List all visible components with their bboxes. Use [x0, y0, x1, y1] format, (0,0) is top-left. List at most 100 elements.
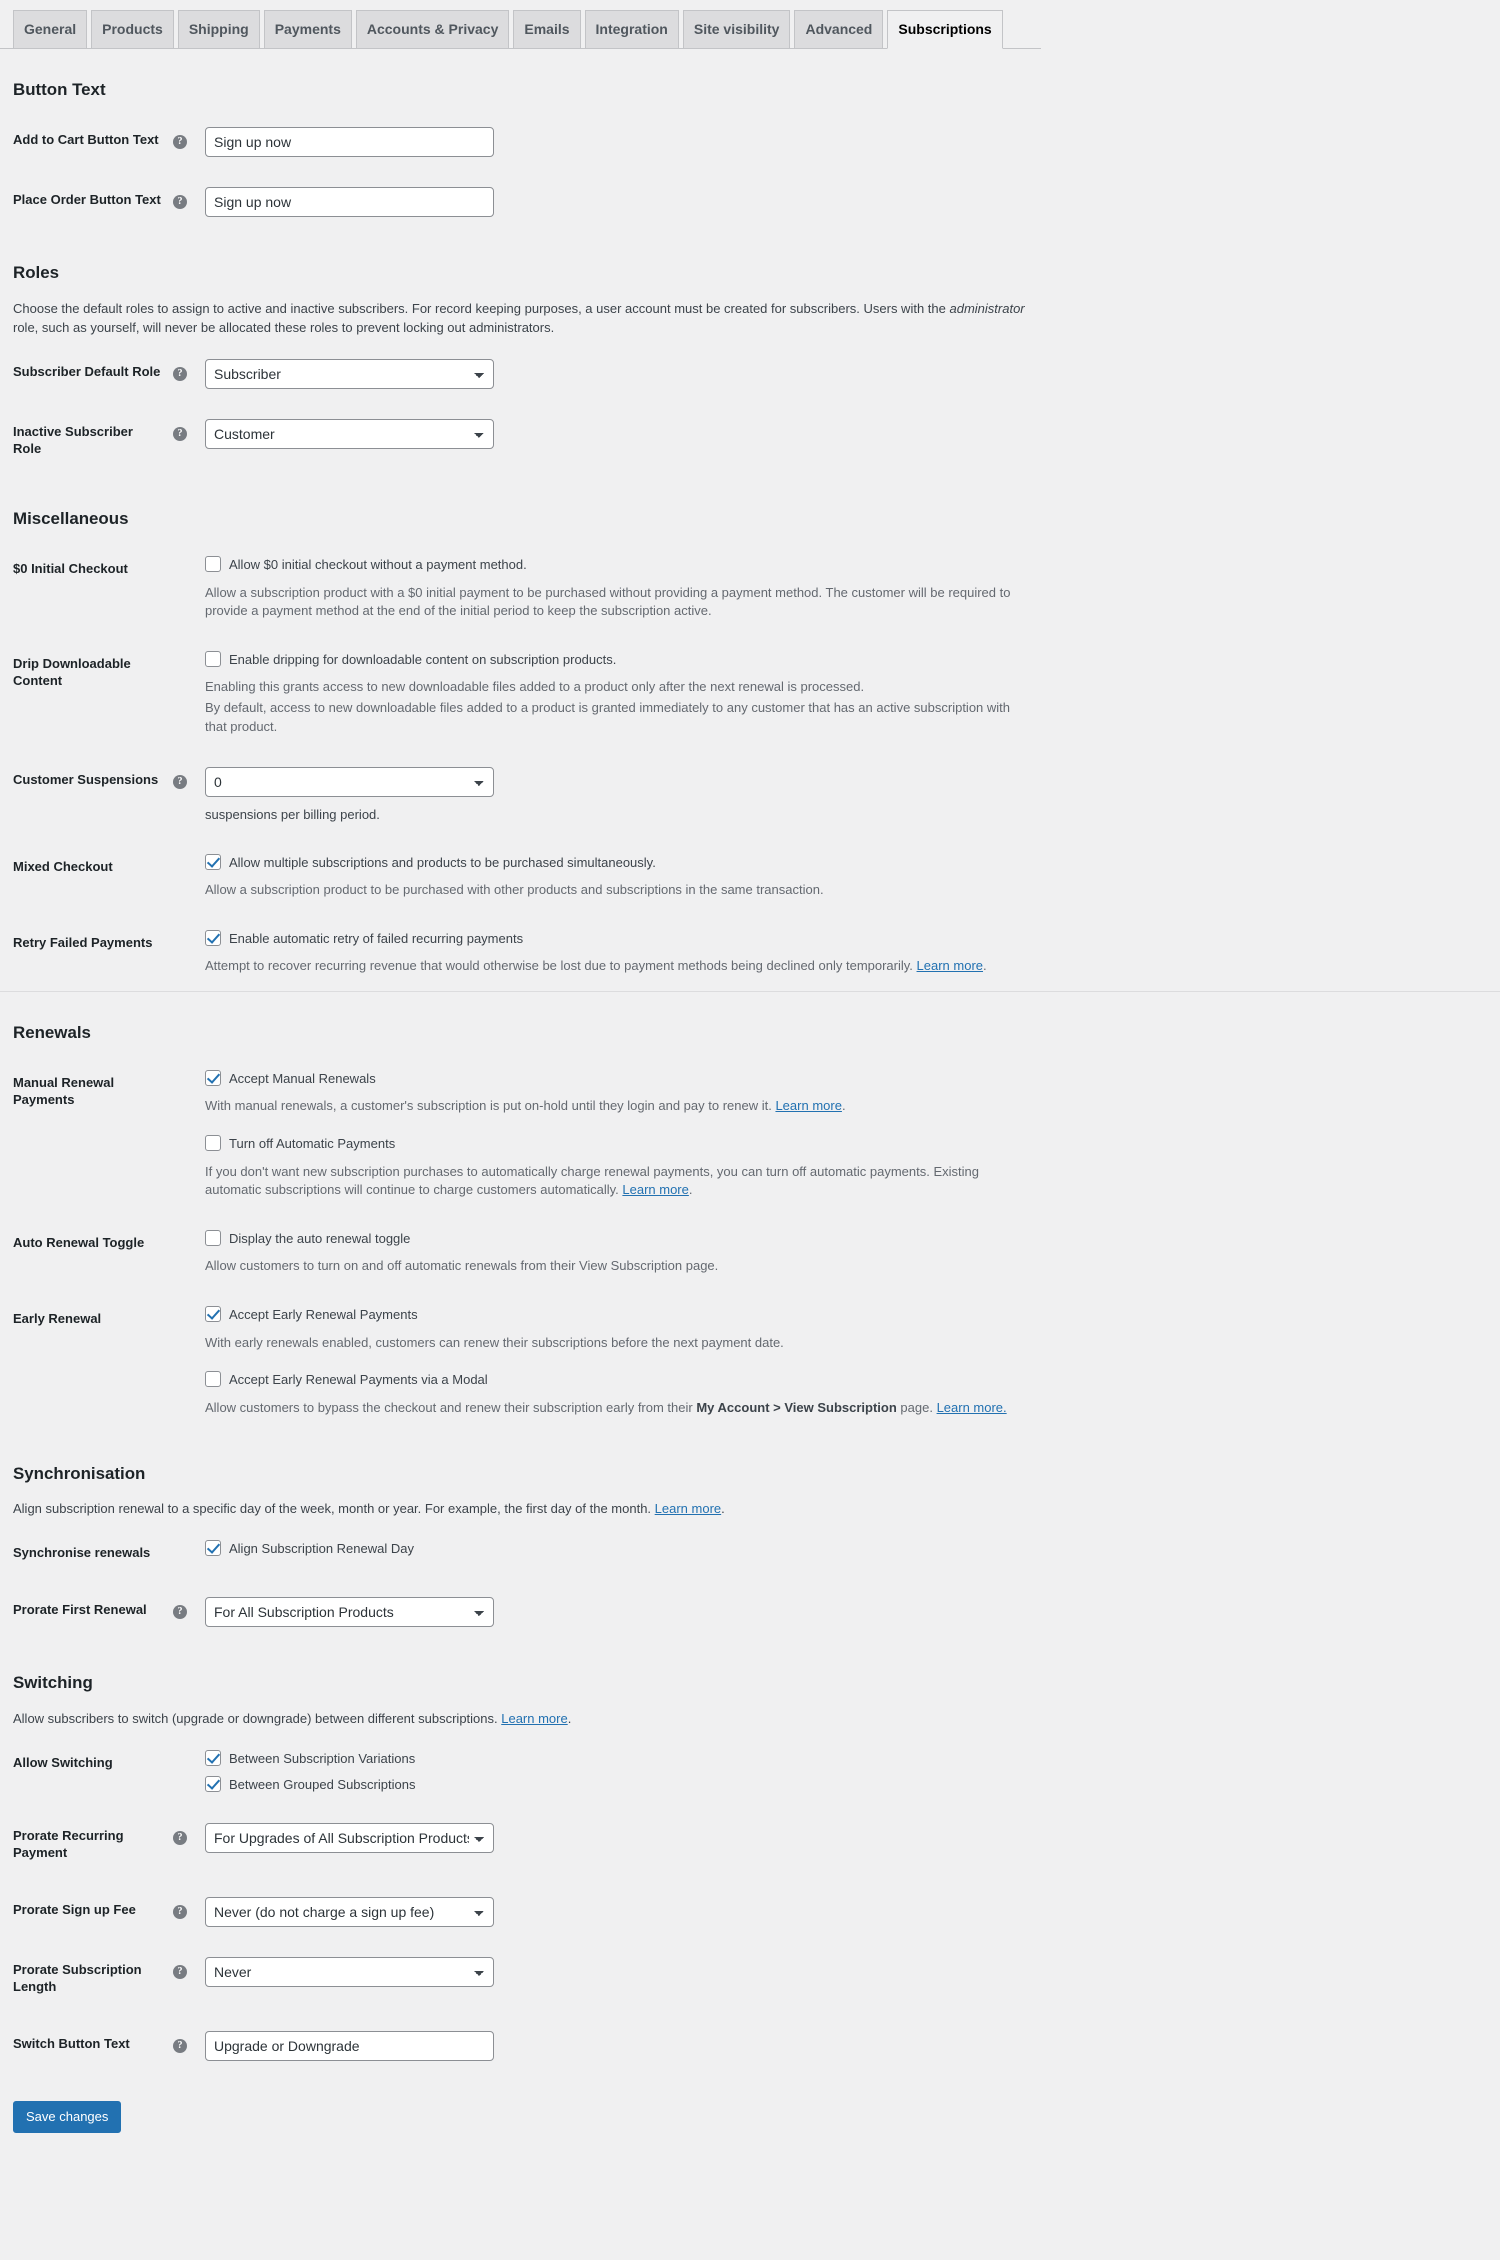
description-zero-initial-checkout: Allow a subscription product with a $0 i… — [205, 584, 1011, 619]
subscriber-default-role-select[interactable]: Subscriber — [205, 359, 494, 390]
checkbox-row-retry-failed-payments[interactable]: Enable automatic retry of failed recurri… — [205, 929, 1031, 947]
tab-subscriptions[interactable]: Subscriptions — [887, 10, 1003, 49]
checkbox-row-mixed-checkout[interactable]: Allow multiple subscriptions and product… — [205, 853, 1031, 871]
field-row-inactive-subscriber-role: Inactive Subscriber Role ? Customer — [13, 404, 1041, 478]
label-prorate-subscription-length: Prorate Subscription Length — [13, 1962, 142, 1994]
switch-button-text-input[interactable] — [205, 2030, 494, 2061]
fieldset-zero-initial-checkout: Allow $0 initial checkout without a paym… — [205, 556, 1031, 621]
checkbox-label-early-renewal-modal: Accept Early Renewal Payments via a Moda… — [229, 1372, 488, 1388]
help-cell-subscriber-default-role: ? — [173, 344, 195, 404]
early-renewal-modal-learn-more-link[interactable]: Learn more. — [937, 1400, 1007, 1415]
help-tip-icon[interactable]: ? — [173, 195, 187, 210]
help-cell-prorate-sign-up-fee: ? — [173, 1882, 195, 1942]
checkbox-mixed-checkout[interactable] — [205, 853, 221, 870]
checkbox-label-between-subscription-variations: Between Subscription Variations — [229, 1750, 416, 1766]
help-tip-icon[interactable]: ? — [173, 1605, 187, 1620]
section-title-renewals: Renewals — [13, 1023, 91, 1043]
field-row-prorate-sign-up-fee: Prorate Sign up Fee ? Never (do not char… — [13, 1882, 1041, 1942]
add-to-cart-button-text-input[interactable] — [205, 127, 494, 158]
section-title-roles: Roles — [13, 263, 59, 283]
inactive-subscriber-role-select[interactable]: Customer — [205, 419, 494, 450]
field-row-retry-failed-payments: Retry Failed Payments Enable automatic r… — [13, 915, 1041, 991]
value-cell-manual-renewal-payments: Accept Manual Renewals With manual renew… — [195, 1055, 1041, 1215]
description-mixed-checkout: Allow a subscription product to be purch… — [205, 882, 824, 898]
tab-emails[interactable]: Emails — [513, 10, 581, 48]
checkbox-label-drip-downloadable-content: Enable dripping for downloadable content… — [229, 652, 617, 668]
checkbox-early-renewal-modal[interactable] — [205, 1371, 221, 1388]
tab-accounts-privacy[interactable]: Accounts & Privacy — [355, 10, 510, 48]
checkbox-between-subscription-variations[interactable] — [205, 1749, 221, 1766]
checkbox-label-retry-failed-payments: Enable automatic retry of failed recurri… — [229, 930, 524, 946]
tab-site-visibility[interactable]: Site visibility — [682, 10, 791, 48]
checkbox-auto-renewal-toggle[interactable] — [205, 1230, 221, 1247]
help-tip-icon[interactable]: ? — [173, 427, 187, 442]
checkbox-row-drip-downloadable-content[interactable]: Enable dripping for downloadable content… — [205, 651, 1031, 668]
checkbox-label-zero-initial-checkout: Allow $0 initial checkout without a paym… — [229, 557, 527, 573]
help-tip-icon[interactable]: ? — [173, 1905, 187, 1919]
label-auto-renewal-toggle: Auto Renewal Toggle — [13, 1235, 145, 1251]
section-title-synchronisation: Synchronisation — [13, 1463, 146, 1483]
checkbox-row-turn-off-automatic-payments[interactable]: Turn off Automatic Payments — [205, 1135, 1031, 1152]
manual-renewals-learn-more-link[interactable]: Learn more — [775, 1098, 841, 1113]
customer-suspensions-unit-text: suspensions per billing period. — [205, 806, 380, 822]
roles-desc-emphasis: administrator — [949, 300, 1025, 316]
checkbox-synchronise-renewals[interactable] — [205, 1540, 221, 1557]
help-tip-icon[interactable]: ? — [173, 1965, 187, 1979]
prorate-recurring-payment-select[interactable]: For Upgrades of All Subscription Product… — [205, 1823, 494, 1854]
tab-general[interactable]: General — [13, 10, 88, 48]
save-changes-button[interactable]: Save changes — [13, 2100, 122, 2133]
turn-off-learn-more-link[interactable]: Learn more — [622, 1182, 688, 1197]
prorate-first-renewal-select[interactable]: For All Subscription Products — [205, 1597, 494, 1628]
label-customer-suspensions: Customer Suspensions — [13, 771, 159, 787]
checkbox-retry-failed-payments[interactable] — [205, 929, 221, 946]
prorate-sign-up-fee-select[interactable]: Never (do not charge a sign up fee) — [205, 1897, 494, 1927]
place-order-button-text-input[interactable] — [205, 187, 494, 218]
checkbox-zero-initial-checkout[interactable] — [205, 556, 221, 573]
prorate-subscription-length-select[interactable]: Never — [205, 1957, 494, 1987]
sync-learn-more-link[interactable]: Learn more — [655, 1501, 721, 1516]
tab-advanced[interactable]: Advanced — [794, 10, 884, 48]
label-inactive-subscriber-role: Inactive Subscriber Role — [13, 424, 133, 457]
checkbox-row-synchronise-renewals[interactable]: Align Subscription Renewal Day — [205, 1540, 1031, 1557]
value-cell-early-renewal: Accept Early Renewal Payments With early… — [195, 1291, 1041, 1432]
checkbox-turn-off-automatic-payments[interactable] — [205, 1135, 221, 1152]
retry-learn-more-link[interactable]: Learn more — [917, 958, 983, 973]
checkbox-row-accept-manual-renewals[interactable]: Accept Manual Renewals — [205, 1070, 1031, 1087]
help-tip-icon[interactable]: ? — [173, 1831, 187, 1846]
help-tip-icon[interactable]: ? — [173, 135, 187, 150]
checkbox-row-early-renewal-modal[interactable]: Accept Early Renewal Payments via a Moda… — [205, 1371, 1031, 1388]
checkbox-accept-manual-renewals[interactable] — [205, 1070, 221, 1087]
value-cell-add-to-cart — [195, 112, 1041, 172]
help-tip-icon[interactable]: ? — [173, 2038, 187, 2053]
tab-products[interactable]: Products — [91, 10, 174, 48]
settings-content: Button Text Add to Cart Button Text ? Pl… — [0, 69, 1500, 2163]
checkbox-row-accept-early-renewal-payments[interactable]: Accept Early Renewal Payments — [205, 1306, 1031, 1323]
section-title-switching: Switching — [13, 1673, 93, 1693]
checkbox-between-grouped-subscriptions[interactable] — [205, 1775, 221, 1792]
description-early-renewal: With early renewals enabled, customers c… — [205, 1334, 784, 1350]
switching-learn-more-link[interactable]: Learn more — [501, 1711, 567, 1726]
field-row-switch-button-text: Switch Button Text ? — [13, 2016, 1041, 2076]
tab-integration[interactable]: Integration — [584, 10, 679, 48]
customer-suspensions-select[interactable]: 0 — [205, 766, 494, 797]
checkbox-drip-downloadable-content[interactable] — [205, 651, 221, 668]
label-early-renewal: Early Renewal — [13, 1311, 102, 1327]
help-tip-icon[interactable]: ? — [173, 367, 187, 382]
tab-payments[interactable]: Payments — [263, 10, 352, 48]
checkbox-label-accept-manual-renewals: Accept Manual Renewals — [229, 1071, 376, 1087]
field-row-prorate-subscription-length: Prorate Subscription Length ? Never — [13, 1942, 1041, 2016]
value-cell-switch-button-text — [195, 2016, 1041, 2076]
value-cell-retry-failed-payments: Enable automatic retry of failed recurri… — [195, 915, 1041, 991]
description-retry-failed-payments: Attempt to recover recurring revenue tha… — [205, 958, 987, 974]
help-cell-switch-button-text: ? — [173, 2016, 195, 2076]
checkbox-row-between-subscription-variations[interactable]: Between Subscription Variations — [205, 1749, 1031, 1767]
checkbox-row-between-grouped-subscriptions[interactable]: Between Grouped Subscriptions — [205, 1775, 1031, 1793]
checkbox-row-auto-renewal-toggle[interactable]: Display the auto renewal toggle — [205, 1230, 1031, 1247]
fieldset-early-renewal: Accept Early Renewal Payments With early… — [205, 1306, 1031, 1417]
field-row-synchronise-renewals: Synchronise renewals Align Subscription … — [13, 1525, 1041, 1582]
checkbox-row-zero-initial-checkout[interactable]: Allow $0 initial checkout without a paym… — [205, 556, 1031, 573]
help-tip-icon[interactable]: ? — [173, 774, 187, 789]
manual-renewals-desc-text: With manual renewals, a customer's subsc… — [205, 1098, 776, 1114]
checkbox-accept-early-renewal-payments[interactable] — [205, 1306, 221, 1323]
tab-shipping[interactable]: Shipping — [177, 10, 260, 48]
